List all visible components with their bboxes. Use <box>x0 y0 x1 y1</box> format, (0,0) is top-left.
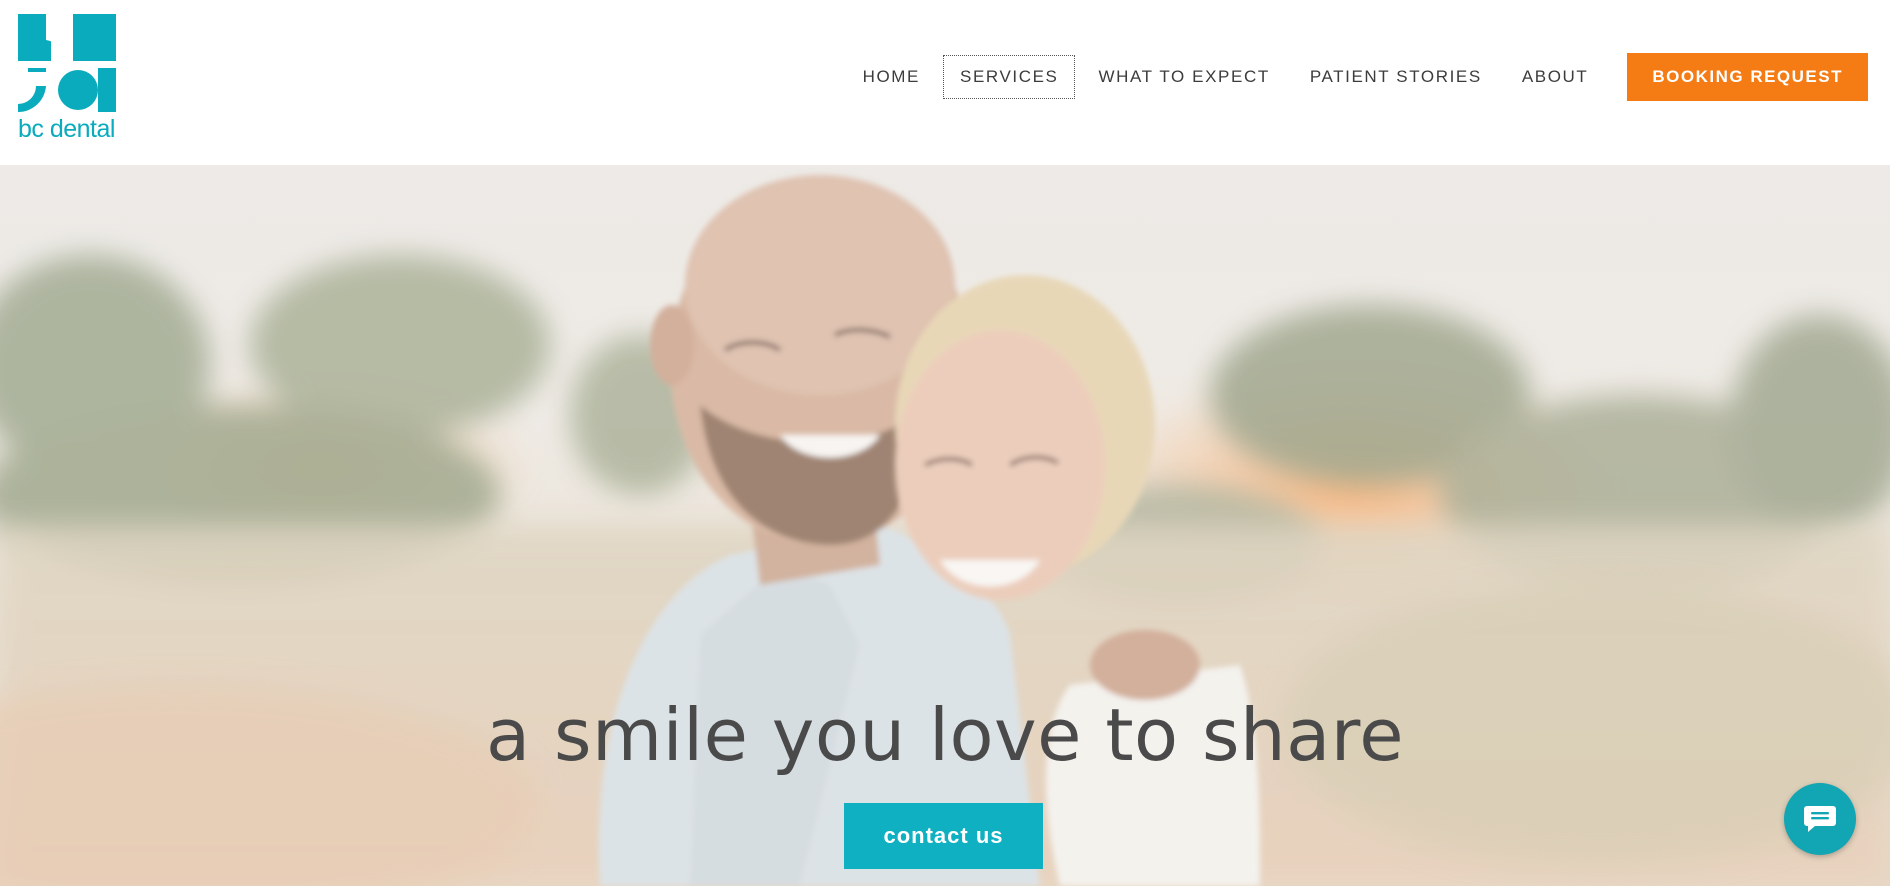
site-logo[interactable]: bc dental <box>18 14 118 144</box>
hero-section: a smile you love to share contact us <box>0 165 1890 886</box>
nav-home[interactable]: HOME <box>846 55 937 99</box>
main-nav: HOME SERVICES WHAT TO EXPECT PATIENT STO… <box>840 53 1868 101</box>
contact-us-button[interactable]: contact us <box>844 803 1043 869</box>
hero-headline: a smile you love to share <box>485 693 1405 777</box>
nav-services[interactable]: SERVICES <box>943 55 1076 99</box>
site-header: bc dental HOME SERVICES WHAT TO EXPECT P… <box>0 0 1890 165</box>
nav-what-to-expect[interactable]: WHAT TO EXPECT <box>1081 55 1286 99</box>
chat-widget-button[interactable] <box>1784 783 1856 855</box>
nav-about[interactable]: ABOUT <box>1505 55 1606 99</box>
logo-wordmark: bc dental <box>18 115 115 143</box>
nav-patient-stories[interactable]: PATIENT STORIES <box>1293 55 1499 99</box>
logo-monogram-icon <box>18 14 116 112</box>
chat-bubble-icon <box>1804 806 1836 832</box>
booking-request-button[interactable]: BOOKING REQUEST <box>1627 53 1868 101</box>
